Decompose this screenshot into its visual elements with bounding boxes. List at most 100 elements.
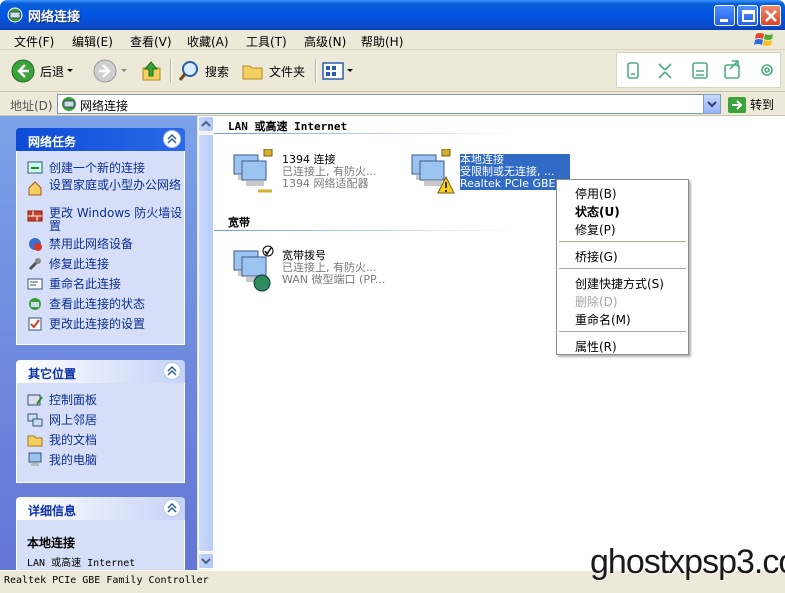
forward-button[interactable] — [92, 58, 130, 84]
up-folder-icon — [142, 61, 161, 81]
network-neighborhood-icon — [27, 413, 43, 427]
back-label: 后退 — [40, 64, 65, 79]
collapse-icon[interactable] — [163, 362, 181, 380]
place-my-documents[interactable]: 我的文档 — [27, 431, 184, 451]
task-pane: 网络任务 创建一个新的连接 设置家庭或小型办公网络 更改 Windows 防火墙… — [0, 116, 197, 570]
maximize-button[interactable] — [737, 5, 758, 26]
search-icon — [178, 61, 198, 81]
connection-device: 1394 网络适配器 — [282, 177, 369, 190]
address-bar: 地址(D) 网络连接 转到 — [0, 92, 785, 116]
task-pane-scrollbar[interactable] — [197, 116, 214, 570]
place-control-panel[interactable]: 控制面板 — [27, 391, 184, 411]
up-folder-button[interactable] — [140, 58, 164, 84]
menu-item-bridge[interactable]: 桥接(G) — [575, 248, 618, 265]
menu-tools[interactable]: 工具(T) — [246, 33, 287, 50]
search-button[interactable]: 搜索 — [177, 58, 229, 84]
address-dropdown-button[interactable] — [703, 95, 720, 113]
network-tasks-header[interactable]: 网络任务 — [16, 128, 185, 151]
other-places-title: 其它位置 — [28, 367, 77, 381]
maximize-icon — [742, 10, 755, 22]
task-setup-home-network[interactable]: 设置家庭或小型办公网络 — [27, 179, 184, 207]
views-button[interactable] — [321, 58, 355, 84]
address-input[interactable]: 网络连接 — [57, 94, 721, 114]
task-disable-device[interactable]: 禁用此网络设备 — [27, 235, 184, 255]
collapse-icon[interactable] — [163, 499, 181, 517]
other-places-header[interactable]: 其它位置 — [16, 360, 185, 383]
menu-item-create-shortcut[interactable]: 创建快捷方式(S) — [575, 275, 664, 292]
network-tasks-title: 网络任务 — [28, 135, 77, 149]
my-computer-icon — [28, 452, 42, 466]
close-icon — [765, 10, 777, 22]
settings-icon — [28, 317, 42, 331]
group-header-lan: LAN 或高速 Internet — [228, 120, 348, 133]
folders-button[interactable]: 文件夹 — [241, 58, 305, 84]
task-firewall-settings[interactable]: 更改 Windows 防火墙设置 — [27, 207, 184, 235]
back-button[interactable]: 后退 — [10, 58, 76, 84]
firewall-icon — [27, 210, 43, 222]
control-panel-icon — [27, 394, 43, 406]
other-places-panel: 其它位置 控制面板 网上邻居 我的文档 我的电脑 — [16, 360, 185, 483]
place-my-computer[interactable]: 我的电脑 — [27, 451, 184, 471]
search-label: 搜索 — [205, 64, 230, 79]
toolbar: 后退 搜索 文件夹 — [0, 50, 785, 92]
go-label: 转到 — [750, 98, 775, 112]
back-arrow-icon — [11, 59, 35, 83]
folders-label: 文件夹 — [269, 64, 306, 79]
scroll-up-button[interactable] — [198, 116, 214, 132]
network-connection-icon — [233, 149, 273, 193]
connection-device: WAN 微型端口 (PP... — [282, 273, 386, 286]
menu-item-rename[interactable]: 重命名(M) — [575, 311, 631, 328]
network-warning-icon — [411, 149, 455, 194]
quick-action-icons — [627, 60, 773, 79]
go-arrow-icon — [728, 96, 746, 113]
close-button[interactable] — [760, 5, 781, 26]
windows-logo-icon — [754, 33, 773, 46]
forward-arrow-icon — [93, 59, 117, 83]
status-icon — [29, 298, 41, 310]
place-network-neighborhood[interactable]: 网上邻居 — [27, 411, 184, 431]
new-connection-icon — [27, 161, 43, 174]
menu-edit[interactable]: 编辑(E) — [72, 33, 113, 50]
menu-item-delete: 删除(D) — [575, 295, 618, 309]
menu-advanced[interactable]: 高级(N) — [304, 33, 346, 50]
details-header[interactable]: 详细信息 — [16, 497, 185, 520]
task-rename-connection[interactable]: 重命名此连接 — [27, 275, 184, 295]
broadband-connection-icon — [233, 245, 274, 292]
network-connections-icon — [62, 97, 76, 111]
menu-item-repair[interactable]: 修复(P) — [575, 221, 616, 238]
connections-view[interactable]: LAN 或高速 Internet 1394 连接 已连接上, 有防火... 13… — [214, 116, 785, 570]
connection-broadband-dialup[interactable]: 宽带拨号 已连接上, 有防火... WAN 微型端口 (PP... — [233, 245, 386, 292]
address-value: 网络连接 — [80, 99, 129, 113]
collapse-icon[interactable] — [163, 130, 181, 148]
chevron-down-icon — [67, 69, 74, 72]
task-view-status[interactable]: 查看此连接的状态 — [27, 295, 184, 315]
menu-view[interactable]: 查看(V) — [130, 33, 172, 50]
views-icon — [322, 62, 344, 80]
task-create-connection[interactable]: 创建一个新的连接 — [27, 159, 184, 179]
menu-bar: 文件(F) 编辑(E) 查看(V) 收藏(A) 工具(T) 高级(N) 帮助(H… — [0, 30, 785, 50]
details-name: 本地连接 — [27, 536, 76, 550]
minimize-button[interactable] — [714, 5, 735, 26]
details-title: 详细信息 — [28, 504, 77, 518]
menu-favorites[interactable]: 收藏(A) — [187, 33, 229, 50]
go-button[interactable]: 转到 — [728, 96, 774, 113]
connection-1394[interactable]: 1394 连接 已连接上, 有防火... 1394 网络适配器 — [233, 149, 376, 193]
network-connections-icon — [7, 7, 23, 23]
title-bar[interactable]: 网络连接 — [0, 0, 785, 30]
scroll-down-button[interactable] — [198, 553, 214, 569]
scroll-thumb[interactable] — [198, 134, 214, 552]
minimize-icon — [720, 19, 728, 22]
rename-icon — [27, 278, 43, 290]
details-type: LAN 或高速 Internet — [27, 558, 136, 569]
menu-item-disable[interactable]: 停用(B) — [575, 185, 617, 202]
task-change-settings[interactable]: 更改此连接的设置 — [27, 315, 184, 335]
menu-help[interactable]: 帮助(H) — [361, 33, 403, 50]
disable-device-icon — [29, 238, 42, 251]
menu-item-properties[interactable]: 属性(R) — [575, 338, 617, 355]
menu-file[interactable]: 文件(F) — [14, 33, 54, 50]
details-panel: 详细信息 本地连接 LAN 或高速 Internet — [16, 497, 185, 570]
connection-local-area[interactable]: 本地连接 受限制或无连接, ... Realtek PCIe GBE ... — [411, 149, 570, 194]
task-repair-connection[interactable]: 修复此连接 — [27, 255, 184, 275]
menu-item-status[interactable]: 状态(U) — [575, 203, 620, 220]
connection-device: Realtek PCIe GBE ... — [460, 177, 570, 190]
